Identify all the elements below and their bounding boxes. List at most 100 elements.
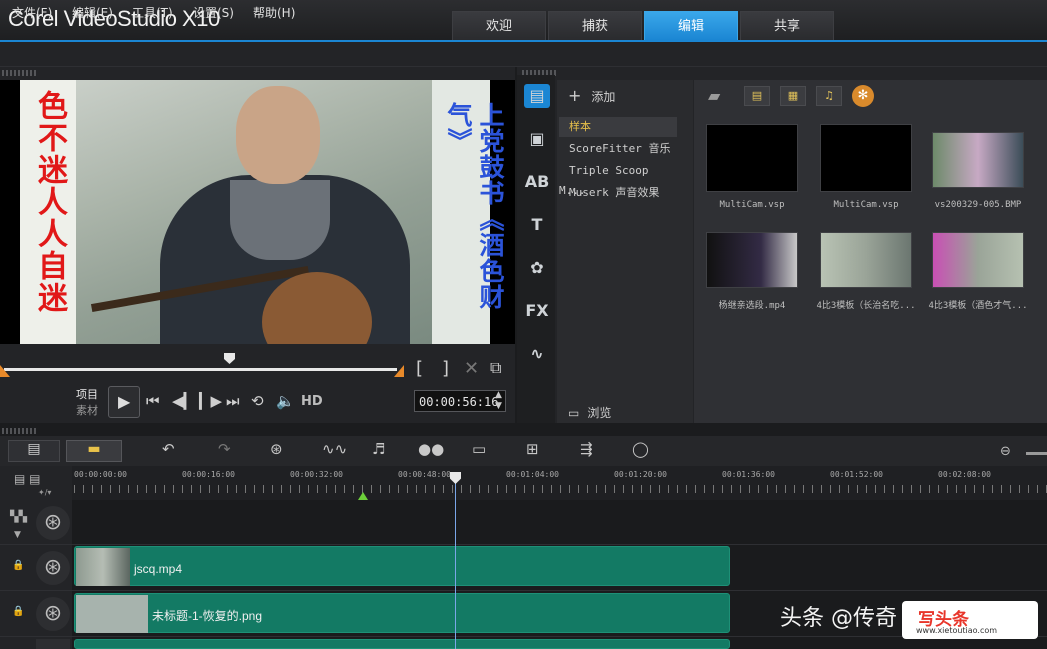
record-capture-icon[interactable]: ⊛ <box>270 440 283 458</box>
zoom-slider[interactable] <box>1026 452 1047 455</box>
hd-preview-toggle[interactable]: HD <box>301 394 323 409</box>
timecode-field[interactable]: 00:00:56:16 <box>414 390 506 412</box>
enlarge-icon[interactable]: ⧉ <box>490 358 501 378</box>
menu-settings[interactable]: 设置(S) <box>193 4 234 21</box>
repeat-icon[interactable]: ⟲ <box>251 392 264 410</box>
project-mode-label[interactable]: 项目 <box>76 386 98 402</box>
folder-icon[interactable]: ▰ <box>708 86 720 105</box>
menu-edit[interactable]: 编辑(E) <box>72 4 113 21</box>
track-divider <box>0 590 1047 591</box>
track-settings-icon[interactable]: ▚▚ <box>10 510 27 523</box>
undo-icon[interactable]: ↶ <box>162 440 175 458</box>
end-icon[interactable]: ⏭ <box>226 392 240 410</box>
track-divider <box>0 636 1047 637</box>
folder-item[interactable]: Muserk 声音效果 <box>559 183 677 203</box>
folder-item[interactable]: ScoreFitter 音乐 <box>559 139 677 159</box>
playhead-line[interactable] <box>455 474 456 649</box>
graphic-icon[interactable]: ✿ <box>524 256 550 280</box>
sound-mixer-icon[interactable]: ∿∿ <box>322 440 347 458</box>
library-thumb[interactable] <box>706 232 798 288</box>
overlay-track-icon[interactable]: ⊛ <box>36 551 70 585</box>
home-icon[interactable]: ⏮ <box>146 392 160 410</box>
zoom-out-icon[interactable]: ⊖ <box>1000 444 1011 459</box>
library-thumb[interactable] <box>932 132 1024 188</box>
split-icon[interactable]: ✕ <box>464 358 479 379</box>
folder-item[interactable]: 样本 <box>559 117 677 137</box>
instant-project-icon[interactable]: ▣ <box>524 127 550 151</box>
mask-creator-icon[interactable]: ◯ <box>632 440 649 458</box>
menu-tools[interactable]: 工具(T) <box>132 4 173 21</box>
timecode-stepper-icon[interactable]: ▲ ▼ <box>495 390 502 412</box>
ruler-label: 00:01:36:00 <box>722 470 775 479</box>
lock-icon[interactable]: 🔒 <box>12 560 24 571</box>
lock-icon[interactable]: 🔒 <box>12 606 24 617</box>
show-audio-icon[interactable]: ♫ <box>816 86 842 106</box>
media-icon[interactable]: ▤ <box>524 84 550 108</box>
track-divider <box>0 544 1047 545</box>
browse-button[interactable]: ▭ 浏览 <box>568 404 611 421</box>
ruler-label: 00:01:20:00 <box>614 470 667 479</box>
watermark-text: 头条 @传奇 <box>780 606 897 631</box>
add-remove-chapter-icon[interactable]: ✦/▾ <box>38 488 51 497</box>
library-thumb[interactable] <box>706 124 798 192</box>
watermark-logo-url: www.xietoutiao.com <box>916 626 998 635</box>
overlay-track-icon[interactable]: ⊛ <box>36 597 70 631</box>
clip-label: jscq.mp4 <box>134 562 183 576</box>
library-thumb[interactable] <box>932 232 1024 288</box>
video-preview: 色不迷人人自迷 上党鼓书《酒色财气》 <box>0 80 515 344</box>
play-icon: ▶ <box>118 392 131 411</box>
time-remap-icon[interactable]: ⇶ <box>580 440 593 458</box>
performer-head <box>236 86 320 184</box>
tab-edit[interactable]: 编辑 <box>644 11 738 40</box>
ruler-label: 00:00:48:00 <box>398 470 451 479</box>
track-manager-icon[interactable]: ▤ ▤ <box>14 472 41 486</box>
library-thumb[interactable] <box>820 232 912 288</box>
auto-music-icon[interactable]: ♬ <box>372 440 385 458</box>
panel-grip[interactable] <box>2 70 38 76</box>
tab-share[interactable]: 共享 <box>740 11 834 40</box>
subtitle-editor-icon[interactable]: ▭ <box>472 440 486 458</box>
filter-icon[interactable]: FX <box>524 299 550 323</box>
menu-help[interactable]: 帮助(H) <box>253 4 295 21</box>
multi-camera-icon[interactable]: ⊞ <box>526 440 539 458</box>
scrubber-track[interactable] <box>4 368 397 371</box>
sort-icon[interactable]: ✻ <box>852 85 874 107</box>
storyboard-view-icon[interactable]: ▤ <box>8 440 60 462</box>
video-caption-right: 上党鼓书《酒色财气》 <box>444 102 505 310</box>
ruler-label: 00:00:16:00 <box>182 470 235 479</box>
panel-divider <box>0 424 1047 436</box>
show-photo-icon[interactable]: ▦ <box>780 86 806 106</box>
clip-label: 未标题-1-恢复的.png <box>152 609 263 623</box>
folder-item[interactable]: Triple Scoop M... <box>559 161 677 197</box>
transition-icon[interactable]: AB <box>524 170 550 194</box>
timeline-clip[interactable] <box>74 639 730 649</box>
library-item-label: vs200329-005.BMP <box>934 200 1022 210</box>
mark-in-icon[interactable]: [ <box>416 358 423 379</box>
title-icon[interactable]: T <box>524 213 550 237</box>
video-caption-left: 色不迷人人自迷 <box>32 90 67 314</box>
ruler-label: 00:02:08:00 <box>938 470 991 479</box>
overlay-track-icon[interactable] <box>36 639 70 649</box>
timeline-toolbar <box>0 436 1047 466</box>
timeline-grip[interactable] <box>2 428 38 434</box>
motion-track-icon[interactable]: ●● <box>418 440 444 458</box>
play-button[interactable]: ▶ <box>108 386 140 418</box>
ruler-ticks <box>74 485 1047 493</box>
volume-icon[interactable]: 🔈 <box>276 392 295 410</box>
redo-icon[interactable]: ↷ <box>218 440 231 458</box>
clip-mode-label[interactable]: 素材 <box>76 402 98 418</box>
video-track-icon[interactable]: ⊛ <box>36 506 70 540</box>
timeline-view-icon[interactable]: ▬ <box>66 440 122 462</box>
menu-file[interactable]: 文件(F) <box>12 4 52 21</box>
next-frame-icon[interactable]: ▎▶ <box>199 392 222 410</box>
previous-frame-icon[interactable]: ◀▎ <box>172 392 195 410</box>
track-expand-icon[interactable]: ▼ <box>14 530 21 540</box>
tab-capture[interactable]: 捕获 <box>548 11 642 40</box>
path-icon[interactable]: ∿ <box>524 342 550 366</box>
add-folder-button[interactable]: + 添加 <box>568 86 615 105</box>
mark-out-icon[interactable]: ] <box>442 358 449 379</box>
add-folder-label: 添加 <box>591 90 616 104</box>
tab-welcome[interactable]: 欢迎 <box>452 11 546 40</box>
show-video-icon[interactable]: ▤ <box>744 86 770 106</box>
library-thumb[interactable] <box>820 124 912 192</box>
